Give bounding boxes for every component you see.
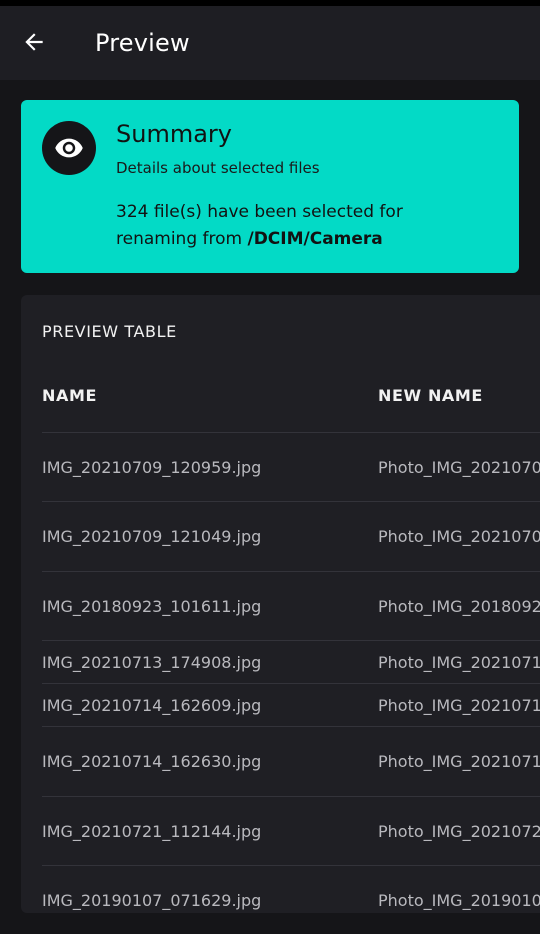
cell-new-name: Photo_IMG_20180923_101611.jpg <box>378 597 540 616</box>
summary-message: 324 file(s) have been selected for renam… <box>116 199 456 253</box>
cell-new-name: Photo_IMG_20210714_162609.jpg <box>378 696 540 715</box>
cell-original-name: IMG_20180923_101611.jpg <box>42 597 262 616</box>
table-row[interactable]: IMG_20210709_120959.jpg Photo_IMG_202107… <box>42 432 540 501</box>
summary-badge <box>42 121 96 175</box>
cell-original-name: IMG_20210709_120959.jpg <box>42 458 262 477</box>
preview-table-card: PREVIEW TABLE NAME NEW NAME IMG_20210709… <box>21 295 540 913</box>
cell-original-name: IMG_20210709_121049.jpg <box>42 527 262 546</box>
column-header-name: NAME <box>42 386 98 405</box>
preview-table-body: IMG_20210709_120959.jpg Photo_IMG_202107… <box>42 432 540 913</box>
table-row[interactable]: IMG_20210721_112144.jpg Photo_IMG_202107… <box>42 796 540 865</box>
cell-new-name: Photo_IMG_20210721_112144.jpg <box>378 822 540 841</box>
table-row[interactable]: IMG_20210713_174908.jpg Photo_IMG_202107… <box>42 640 540 683</box>
preview-table-caption: PREVIEW TABLE <box>42 322 177 341</box>
cell-new-name: Photo_IMG_20210709_121049.jpg <box>378 527 540 546</box>
summary-card: Summary Details about selected files 324… <box>21 100 519 273</box>
summary-subtitle: Details about selected files <box>116 159 320 177</box>
page-title: Preview <box>95 29 190 57</box>
cell-new-name: Photo_IMG_20190107_071629.jpg <box>378 891 540 910</box>
eye-icon <box>55 138 83 158</box>
table-row[interactable]: IMG_20180923_101611.jpg Photo_IMG_201809… <box>42 571 540 640</box>
table-row[interactable]: IMG_20210709_121049.jpg Photo_IMG_202107… <box>42 501 540 571</box>
summary-title: Summary <box>116 120 232 148</box>
cell-original-name: IMG_20210714_162630.jpg <box>42 752 262 771</box>
cell-original-name: IMG_20190107_071629.jpg <box>42 891 262 910</box>
app-bar: Preview <box>0 6 540 80</box>
cell-new-name: Photo_IMG_20210709_120959.jpg <box>378 458 540 477</box>
summary-folder-path: /DCIM/Camera <box>247 229 383 249</box>
cell-new-name: Photo_IMG_20210713_174908.jpg <box>378 653 540 672</box>
cell-new-name: Photo_IMG_20210714_162630.jpg <box>378 752 540 771</box>
cell-original-name: IMG_20210721_112144.jpg <box>42 822 262 841</box>
arrow-left-icon <box>25 33 43 51</box>
column-header-new-name: NEW NAME <box>378 386 483 405</box>
cell-original-name: IMG_20210714_162609.jpg <box>42 696 262 715</box>
back-button[interactable] <box>14 22 54 62</box>
table-row[interactable]: IMG_20210714_162609.jpg Photo_IMG_202107… <box>42 683 540 726</box>
cell-original-name: IMG_20210713_174908.jpg <box>42 653 262 672</box>
table-row[interactable]: IMG_20210714_162630.jpg Photo_IMG_202107… <box>42 726 540 796</box>
table-row[interactable]: IMG_20190107_071629.jpg Photo_IMG_201901… <box>42 865 540 913</box>
